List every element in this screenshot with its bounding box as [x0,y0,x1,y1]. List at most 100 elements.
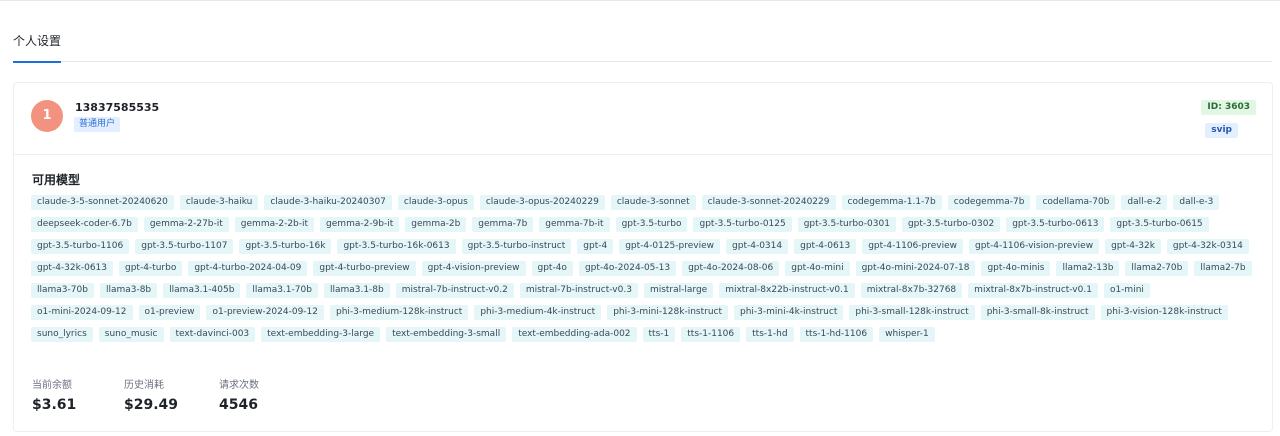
spent-label: 历史消耗 [124,380,164,391]
model-tag: codellama-70b [1036,195,1116,210]
model-tag: gpt-4-1106-preview [862,239,964,254]
model-tag: claude-3-opus [397,195,474,210]
model-tag: mixtral-8x7b-instruct-v0.1 [968,283,1098,298]
model-tag: mistral-7b-instruct-v0.3 [519,283,638,298]
model-tag: mistral-7b-instruct-v0.2 [395,283,514,298]
stat-spent: 历史消耗 $29.49 [124,376,178,413]
profile-card: 1 13837585535 普通用户 ID: 3603 svip 可用模型 cl… [13,82,1273,432]
requests-label: 请求次数 [219,380,259,391]
username: 13837585535 [75,101,160,114]
user-id-badge: ID: 3603 [1201,100,1256,115]
balance-value: $3.61 [32,397,77,413]
model-tag: gpt-4 [577,239,614,254]
model-tag: suno_lyrics [31,327,93,342]
model-tag: llama2-70b [1125,261,1189,276]
model-tag: text-embedding-ada-002 [512,327,637,342]
model-tag: tts-1-1106 [681,327,741,342]
model-tag: gpt-3.5-turbo-instruct [461,239,572,254]
model-tag: phi-3-medium-128k-instruct [330,305,469,320]
model-tag: text-embedding-3-small [386,327,507,342]
tab-label: 个人设置 [13,34,62,48]
model-tag: gpt-3.5-turbo-0302 [901,217,1001,232]
model-tag: gpt-4-32k-0613 [31,261,113,276]
model-tag: phi-3-mini-4k-instruct [734,305,844,320]
balance-label: 当前余额 [32,380,72,391]
tab-bar: 个人设置 [13,24,1272,63]
model-tag: llama3.1-70b [246,283,318,298]
model-tag: gemma-2-2b-it [234,217,315,232]
model-tag: gpt-4-vision-preview [421,261,526,276]
model-tag: claude-3-haiku [179,195,259,210]
model-tag: phi-3-mini-128k-instruct [607,305,729,320]
model-tag: claude-3-sonnet-20240229 [701,195,836,210]
model-tag: gpt-3.5-turbo-0615 [1110,217,1209,232]
model-tag: gpt-4o-2024-08-06 [682,261,780,276]
model-tag: claude-3-opus-20240229 [479,195,605,210]
model-tag: llama3-70b [31,283,94,298]
model-tag: phi-3-small-8k-instruct [980,305,1095,320]
model-tag: gpt-3.5-turbo [615,217,688,232]
model-tag: o1-preview [138,305,201,320]
model-tag: deepseek-coder-6.7b [31,217,138,232]
model-tag: dall-e-2 [1121,195,1168,210]
model-tag: gpt-4-0613 [794,239,857,254]
model-tag: gpt-3.5-turbo-0125 [693,217,792,232]
model-tag: gpt-3.5-turbo-16k [239,239,332,254]
model-tag: o1-preview-2024-09-12 [206,305,324,320]
model-tag: gpt-4o-2024-05-13 [578,261,677,276]
model-tag: gpt-4o [531,261,573,276]
model-tag: llama2-7b [1194,261,1252,276]
model-tag: codegemma-7b [947,195,1031,210]
model-tag: gpt-4-turbo-preview [313,261,416,276]
model-tag: phi-3-vision-128k-instruct [1100,305,1228,320]
model-tag: gpt-4-turbo-2024-04-09 [188,261,308,276]
vip-badge: svip [1205,123,1238,138]
stat-balance: 当前余额 $3.61 [32,376,76,413]
model-tag: gpt-4-0125-preview [619,239,721,254]
model-tag: llama3-8b [99,283,158,298]
stat-requests: 请求次数 4546 [219,376,259,413]
model-tag: gpt-4-1106-vision-preview [969,239,1100,254]
model-tag: o1-mini-2024-09-12 [31,305,133,320]
model-tag: dall-e-3 [1173,195,1220,210]
model-tag: gpt-3.5-turbo-1107 [135,239,234,254]
model-tag: gpt-3.5-turbo-1106 [31,239,130,254]
requests-value: 4546 [219,397,258,413]
model-tag: gpt-3.5-turbo-0613 [1006,217,1105,232]
model-tag: codegemma-1.1-7b [841,195,942,210]
model-tag: claude-3-5-sonnet-20240620 [31,195,174,210]
model-tag: o1-mini [1103,283,1150,298]
active-tab-indicator [13,61,61,63]
model-tag: tts-1-hd-1106 [799,327,874,342]
model-tag: suno_music [98,327,164,342]
model-tag-list: claude-3-5-sonnet-20240620 claude-3-haiku… [31,195,1256,342]
model-tag: text-davinci-003 [169,327,256,342]
model-tag: gpt-4o-mini [785,261,850,276]
model-tag: gemma-2b [405,217,467,232]
model-tag: mistral-large [643,283,714,298]
model-tag: gpt-4-32k-0314 [1166,239,1249,254]
model-tag: phi-3-small-128k-instruct [849,305,975,320]
model-tag: gpt-4-32k [1105,239,1161,254]
model-tag: gpt-4o-minis [981,261,1051,276]
model-tag: gemma-7b [472,217,534,232]
model-tag: llama3.1-8b [323,283,390,298]
model-tag: gemma-7b-it [539,217,610,232]
spent-value: $29.49 [124,397,179,413]
model-tag: gpt-3.5-turbo-16k-0613 [337,239,456,254]
tab-personal-settings[interactable]: 个人设置 [13,24,62,63]
model-tag: claude-3-sonnet [610,195,696,210]
model-tag: phi-3-medium-4k-instruct [474,305,602,320]
model-tag: gpt-3.5-turbo-0301 [797,217,896,232]
model-tag: mixtral-8x7b-32768 [860,283,963,298]
model-tag: gpt-4o-mini-2024-07-18 [855,261,976,276]
model-tag: tts-1 [642,327,676,342]
model-tag: mixtral-8x22b-instruct-v0.1 [719,283,855,298]
role-badge: 普通用户 [74,117,121,132]
model-tag: whisper-1 [879,327,935,342]
top-divider [0,0,1280,1]
model-tag: tts-1-hd [746,327,794,342]
model-tag: text-embedding-3-large [261,327,381,342]
model-tag: llama3.1-405b [163,283,241,298]
model-tag: gpt-4-turbo [119,261,183,276]
